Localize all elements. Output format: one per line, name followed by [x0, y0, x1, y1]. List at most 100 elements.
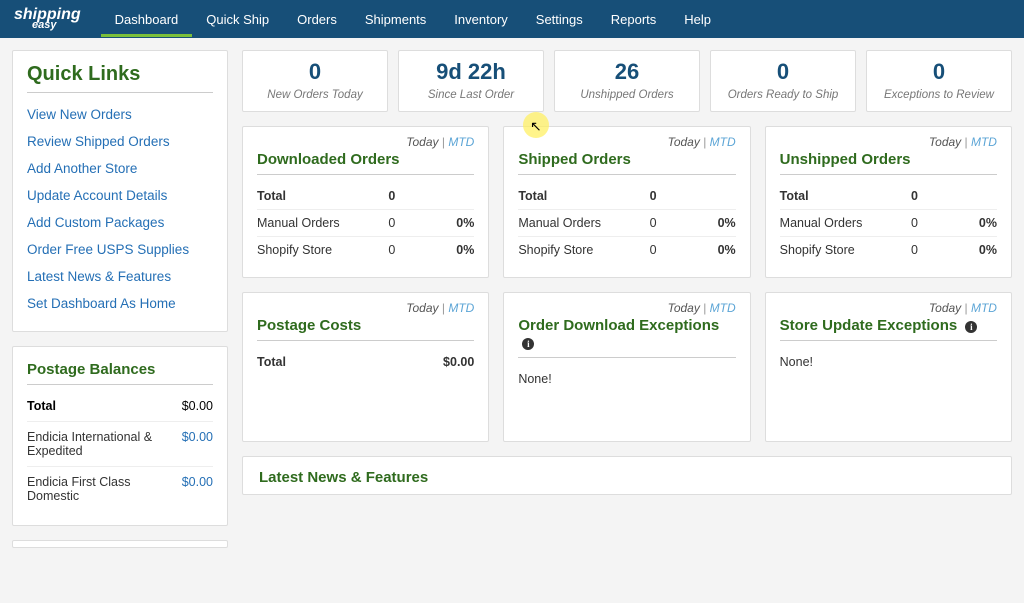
postage-row-value[interactable]: $0.00 — [182, 475, 213, 503]
period-today[interactable]: Today — [668, 301, 700, 315]
nav-orders[interactable]: Orders — [283, 2, 351, 37]
row-count: 0 — [650, 216, 700, 230]
postage-total-value: $0.00 — [182, 399, 213, 413]
stat-label: Exceptions to Review — [871, 89, 1007, 101]
widget-update-exceptions: Today | MTD Store Update Exceptions i No… — [765, 292, 1012, 442]
stat-value: 0 — [247, 59, 383, 85]
nav-dashboard[interactable]: Dashboard — [101, 2, 193, 37]
stat-value: 9d 22h — [403, 59, 539, 85]
row-label: Shopify Store — [257, 243, 388, 257]
row-pct: 0% — [961, 216, 997, 230]
nav-reports[interactable]: Reports — [597, 2, 671, 37]
stat-value: 0 — [871, 59, 1007, 85]
period-mtd[interactable]: MTD — [448, 135, 474, 149]
nav-inventory[interactable]: Inventory — [440, 2, 521, 37]
postage-row-value[interactable]: $0.00 — [182, 430, 213, 458]
period-mtd[interactable]: MTD — [710, 135, 736, 149]
widget-downloaded-orders: Today | MTD Downloaded Orders Total 0 Ma… — [242, 126, 489, 278]
widget-download-exceptions: Today | MTD Order Download Exceptions i … — [503, 292, 750, 442]
postage-row-label: Endicia First Class Domestic — [27, 475, 182, 503]
stat-label: Since Last Order — [403, 89, 539, 101]
period-mtd[interactable]: MTD — [971, 135, 997, 149]
row-label: Shopify Store — [780, 243, 911, 257]
row-pct: 0% — [700, 243, 736, 257]
info-icon[interactable]: i — [965, 321, 977, 333]
row-label: Shopify Store — [518, 243, 649, 257]
ql-usps-supplies[interactable]: Order Free USPS Supplies — [27, 236, 213, 263]
none-text: None! — [780, 349, 997, 369]
nav-shipments[interactable]: Shipments — [351, 2, 440, 37]
widget-title: Store Update Exceptions i — [780, 317, 997, 341]
period-today[interactable]: Today — [668, 135, 700, 149]
row-count: 0 — [911, 216, 961, 230]
news-title: Latest News & Features — [259, 469, 995, 486]
period-sep: | — [442, 301, 445, 315]
row-pct: 0% — [438, 243, 474, 257]
row-pct: 0% — [961, 243, 997, 257]
period-sep: | — [965, 301, 968, 315]
ql-news-features[interactable]: Latest News & Features — [27, 263, 213, 290]
widget-title: Postage Costs — [257, 317, 474, 341]
period-today[interactable]: Today — [406, 301, 438, 315]
period-mtd[interactable]: MTD — [710, 301, 736, 315]
row-label: Manual Orders — [257, 216, 388, 230]
row-count: 0 — [911, 243, 961, 257]
row-count: 0 — [388, 189, 438, 203]
postage-row-label: Endicia International & Expedited — [27, 430, 182, 458]
period-today[interactable]: Today — [929, 135, 961, 149]
period-today[interactable]: Today — [929, 301, 961, 315]
widget-shipped-orders: Today | MTD Shipped Orders Total 0 Manua… — [503, 126, 750, 278]
period-today[interactable]: Today — [406, 135, 438, 149]
stat-label: Orders Ready to Ship — [715, 89, 851, 101]
news-card: Latest News & Features — [242, 456, 1012, 495]
ql-update-account[interactable]: Update Account Details — [27, 182, 213, 209]
quick-links-title: Quick Links — [27, 63, 213, 93]
widget-postage-costs: Today | MTD Postage Costs Total $0.00 — [242, 292, 489, 442]
postage-balances-card: Postage Balances Total $0.00 Endicia Int… — [12, 346, 228, 526]
widget-title: Order Download Exceptions i — [518, 317, 735, 358]
stat-ready-to-ship[interactable]: 0 Orders Ready to Ship — [710, 50, 856, 112]
period-sep: | — [703, 301, 706, 315]
row-pct: 0% — [438, 216, 474, 230]
sidebar-extra-card — [12, 540, 228, 548]
ql-set-dashboard-home[interactable]: Set Dashboard As Home — [27, 290, 213, 317]
period-sep: | — [703, 135, 706, 149]
row-count: 0 — [650, 189, 700, 203]
stat-value: 26 — [559, 59, 695, 85]
stat-new-orders[interactable]: 0 New Orders Today — [242, 50, 388, 112]
postage-row: Endicia First Class Domestic $0.00 — [27, 467, 213, 511]
widget-row-b: Today | MTD Postage Costs Total $0.00 To… — [242, 292, 1012, 442]
ql-review-shipped[interactable]: Review Shipped Orders — [27, 128, 213, 155]
nav-help[interactable]: Help — [670, 2, 725, 37]
row-pct: 0% — [700, 216, 736, 230]
row-label: Manual Orders — [518, 216, 649, 230]
stat-since-last-order[interactable]: 9d 22h Since Last Order — [398, 50, 544, 112]
ql-add-store[interactable]: Add Another Store — [27, 155, 213, 182]
period-mtd[interactable]: MTD — [971, 301, 997, 315]
widget-title: Downloaded Orders — [257, 151, 474, 175]
stat-label: New Orders Today — [247, 89, 383, 101]
period-mtd[interactable]: MTD — [448, 301, 474, 315]
row-value: $0.00 — [443, 355, 474, 369]
none-text: None! — [518, 366, 735, 386]
widget-title-text: Store Update Exceptions — [780, 317, 958, 334]
ql-view-new-orders[interactable]: View New Orders — [27, 101, 213, 128]
stat-label: Unshipped Orders — [559, 89, 695, 101]
stat-unshipped[interactable]: 26 Unshipped Orders — [554, 50, 700, 112]
postage-total-row: Total $0.00 — [27, 391, 213, 422]
widget-row-a: Today | MTD Downloaded Orders Total 0 Ma… — [242, 126, 1012, 278]
stat-exceptions[interactable]: 0 Exceptions to Review — [866, 50, 1012, 112]
row-count: 0 — [388, 243, 438, 257]
postage-row: Endicia International & Expedited $0.00 — [27, 422, 213, 467]
row-label: Total — [257, 189, 388, 203]
nav-settings[interactable]: Settings — [522, 2, 597, 37]
row-count: 0 — [911, 189, 961, 203]
nav-quick-ship[interactable]: Quick Ship — [192, 2, 283, 37]
info-icon[interactable]: i — [522, 338, 534, 350]
row-label: Total — [257, 355, 443, 369]
widget-title: Shipped Orders — [518, 151, 735, 175]
logo[interactable]: shipping easy — [14, 7, 81, 31]
widget-title-text: Order Download Exceptions — [518, 317, 719, 334]
ql-add-packages[interactable]: Add Custom Packages — [27, 209, 213, 236]
row-label: Total — [518, 189, 649, 203]
